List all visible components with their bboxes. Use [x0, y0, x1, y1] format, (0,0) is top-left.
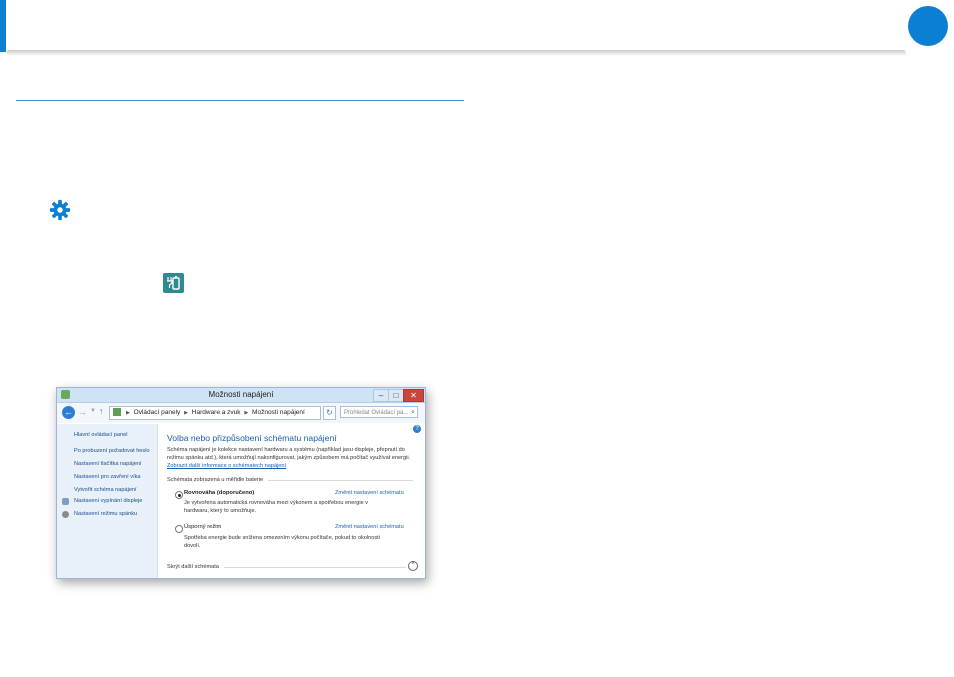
- battery-plug-icon: [163, 273, 184, 293]
- header-accent-bar: [0, 0, 6, 52]
- section-rule: [16, 100, 464, 101]
- sleep-icon: [62, 511, 69, 518]
- page-description: Schéma napájení je kolekce nastavení har…: [167, 446, 422, 470]
- header-divider: [6, 50, 906, 56]
- refresh-icon[interactable]: ↻: [323, 406, 336, 420]
- balanced-plan-description: Je vytvořena automatická rovnováha mezi …: [184, 500, 369, 514]
- search-icon[interactable]: ⌕: [411, 407, 415, 417]
- breadcrumb-item[interactable]: Ovládací panely: [134, 409, 181, 416]
- sidebar-item-lid-close[interactable]: Nastavení pro zavření víka: [74, 474, 141, 480]
- chevron-right-icon[interactable]: ▶: [184, 410, 188, 416]
- main-content: Volba nebo přizpůsobení schématu napájen…: [158, 424, 425, 578]
- back-arrow-icon[interactable]: ←: [62, 406, 75, 419]
- forward-arrow-icon[interactable]: →: [78, 407, 87, 417]
- page-title: Volba nebo přizpůsobení schématu napájen…: [167, 433, 337, 443]
- sidebar-item-display-off[interactable]: Nastavení vypínání displeje: [74, 498, 142, 504]
- window-title: Možnosti napájení: [208, 390, 274, 399]
- sidebar-item-sleep[interactable]: Nastavení režimu spánku: [74, 511, 137, 517]
- group-divider: [268, 480, 413, 481]
- power-options-window: Možnosti napájení – □ ✕ ← → ▼ ↑ ▶ Ovláda…: [56, 387, 426, 579]
- search-input[interactable]: Prohledat Ovládací pa... ⌕: [340, 406, 418, 418]
- maximize-button[interactable]: □: [388, 389, 404, 402]
- breadcrumb-item[interactable]: Možnosti napájení: [252, 409, 305, 416]
- power-saver-plan-name[interactable]: Úsporný režim: [184, 524, 221, 530]
- search-placeholder: Prohledat Ovládací pa...: [344, 410, 409, 416]
- more-info-link[interactable]: Zobrazit další informace o schématech na…: [167, 463, 286, 469]
- display-icon: [62, 498, 69, 505]
- plans-group-label: Schémata zobrazená u měřidle baterie: [167, 477, 264, 483]
- navigation-bar: ← → ▼ ↑ ▶ Ovládací panely ▶ Hardware a z…: [57, 403, 425, 423]
- balanced-change-settings-link[interactable]: Změnit nastavení schématu: [335, 490, 404, 496]
- gear-icon: [49, 199, 71, 221]
- chevron-right-icon[interactable]: ▶: [126, 410, 130, 416]
- power-saver-plan-radio[interactable]: [175, 525, 183, 533]
- up-arrow-icon[interactable]: ↑: [99, 406, 104, 416]
- power-saver-plan-description: Spotřeba energie bude snížena omezením v…: [184, 535, 380, 549]
- chevron-right-icon[interactable]: ▶: [244, 410, 248, 416]
- description-text: Schéma napájení je kolekce nastavení har…: [167, 447, 411, 461]
- breadcrumb-item[interactable]: Hardware a zvuk: [192, 409, 241, 416]
- hide-divider: [224, 567, 406, 568]
- control-panel-icon: [113, 408, 121, 417]
- sidebar: Hlavní ovládací panel Po probuzení požad…: [57, 424, 158, 578]
- address-bar[interactable]: ▶ Ovládací panely ▶ Hardware a zvuk ▶ Mo…: [109, 406, 321, 420]
- power-saver-change-settings-link[interactable]: Změnit nastavení schématu: [335, 524, 404, 530]
- close-button[interactable]: ✕: [403, 389, 424, 402]
- hide-more-plans-label[interactable]: Skrýt další schémata: [167, 564, 219, 570]
- window-titlebar[interactable]: Možnosti napájení – □ ✕: [57, 388, 425, 403]
- sidebar-item-create-plan[interactable]: Vytvořit schéma napájení: [74, 487, 137, 493]
- page-marker-circle: [908, 6, 948, 46]
- balanced-plan-name[interactable]: Rovnováha (doporučeno): [184, 490, 254, 496]
- balanced-plan-radio[interactable]: [175, 491, 183, 499]
- sidebar-item-control-panel-home[interactable]: Hlavní ovládací panel: [74, 432, 128, 438]
- chevron-up-icon[interactable]: ^: [408, 561, 418, 571]
- minimize-button[interactable]: –: [373, 389, 389, 402]
- history-dropdown-icon[interactable]: ▼: [90, 408, 96, 414]
- sidebar-item-power-button[interactable]: Nastavení tlačítka napájení: [74, 461, 141, 467]
- sidebar-item-require-password[interactable]: Po probuzení požadovat heslo: [74, 448, 150, 454]
